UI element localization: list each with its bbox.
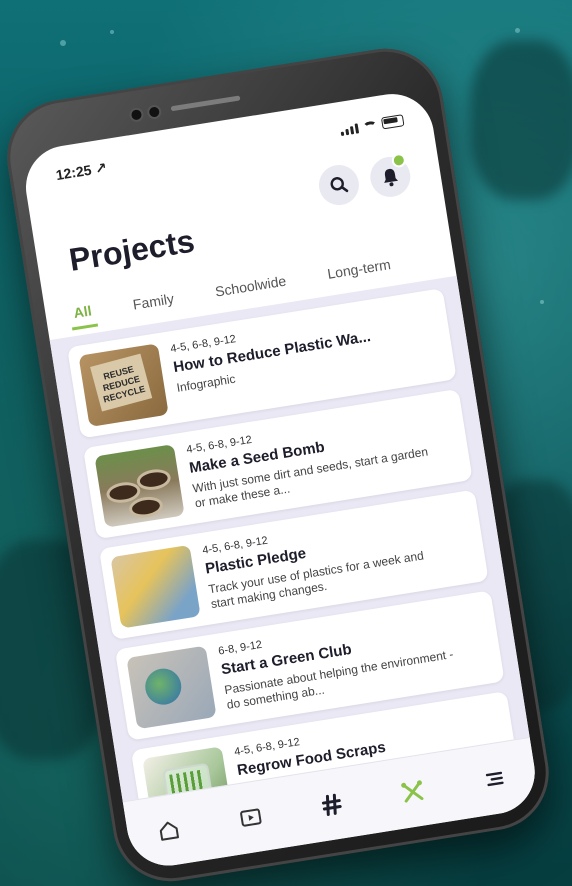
earpiece-speaker (170, 95, 241, 112)
search-button[interactable] (316, 162, 362, 208)
nav-menu[interactable] (472, 756, 518, 802)
nav-home[interactable] (146, 808, 192, 854)
bubble (60, 40, 66, 46)
home-icon (159, 821, 180, 841)
nav-hashtags[interactable] (309, 782, 355, 828)
tab-all[interactable]: All (67, 295, 98, 331)
bell-icon (384, 168, 399, 187)
project-thumbnail (110, 544, 201, 629)
tab-schoolwide[interactable]: Schoolwide (209, 266, 292, 306)
hashtag-icon (321, 793, 342, 816)
signal-icon (340, 123, 360, 137)
battery-icon (380, 114, 405, 130)
video-icon (239, 808, 262, 827)
project-thumbnail (94, 444, 185, 528)
bubble (515, 28, 520, 33)
bubble (110, 30, 114, 34)
status-icons (339, 114, 405, 137)
project-thumbnail: REUSE REDUCE RECYCLE (78, 343, 169, 427)
app-screen: 12:25 ↗ Projects All Family Schoolwide L… (19, 88, 541, 872)
tools-icon (401, 780, 424, 803)
notifications-button[interactable] (367, 152, 414, 200)
bubble (540, 300, 544, 304)
phone-device: 12:25 ↗ Projects All Family Schoolwide L… (0, 40, 558, 886)
menu-icon (485, 771, 504, 787)
front-camera (128, 106, 145, 123)
phone-frame: 12:25 ↗ Projects All Family Schoolwide L… (0, 40, 558, 886)
project-list: REUSE REDUCE RECYCLE 4-5, 6-8, 9-12 How … (49, 275, 530, 842)
nav-projects[interactable] (390, 769, 436, 815)
bowl-shape (135, 467, 173, 493)
front-sensor (146, 104, 163, 121)
wifi-icon (362, 120, 378, 133)
status-time: 12:25 ↗ (54, 159, 108, 184)
search-icon (330, 177, 349, 193)
tab-family[interactable]: Family (127, 284, 180, 319)
tab-long-term[interactable]: Long-term (321, 249, 396, 288)
debris-shape (470, 40, 572, 200)
nav-videos[interactable] (228, 795, 274, 841)
thumbnail-sign: REUSE REDUCE RECYCLE (90, 353, 153, 412)
page-title: Projects (66, 222, 197, 278)
project-thumbnail (126, 645, 217, 730)
globe-icon (142, 666, 184, 708)
underwater-background: 12:25 ↗ Projects All Family Schoolwide L… (0, 0, 572, 886)
